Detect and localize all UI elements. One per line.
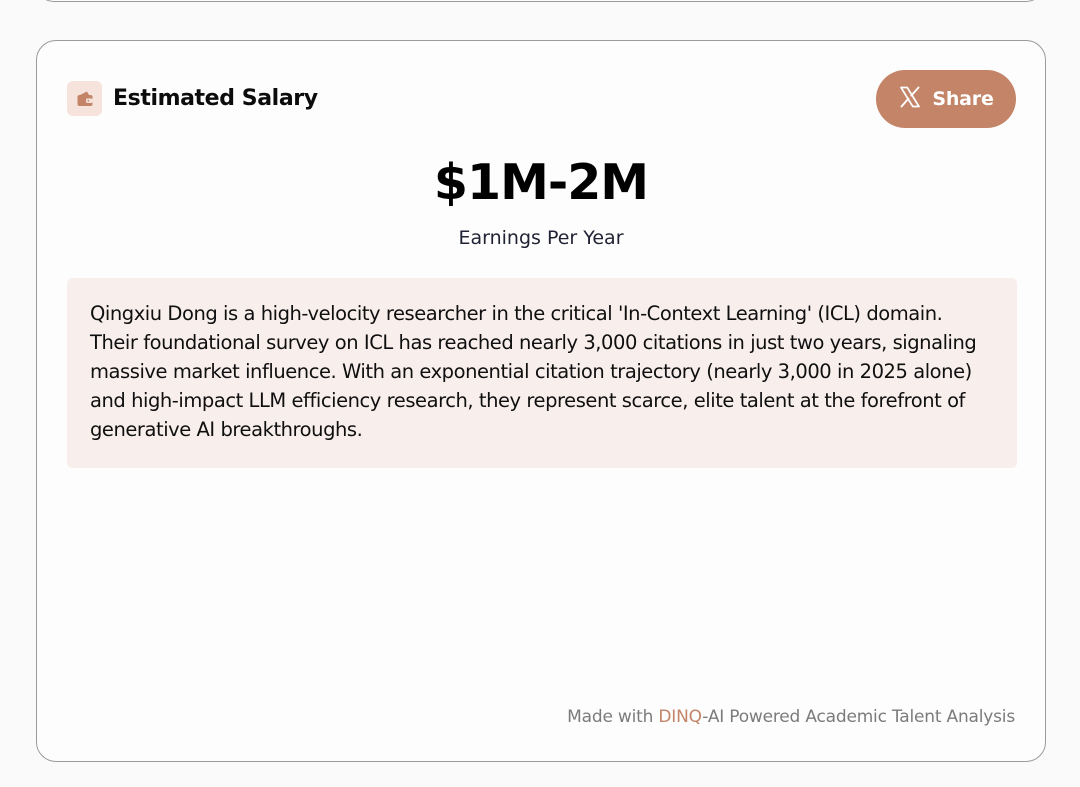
card-header: Estimated Salary Share [67, 70, 1016, 128]
footer-prefix: Made with [567, 707, 659, 727]
salary-summary: Qingxiu Dong is a high-velocity research… [67, 278, 1017, 468]
card-title: Estimated Salary [113, 86, 318, 111]
footer-suffix: -AI Powered Academic Talent Analysis [702, 707, 1015, 727]
share-button[interactable]: Share [876, 70, 1016, 128]
x-logo-icon [898, 85, 922, 113]
previous-card-edge [36, 0, 1044, 2]
salary-caption: Earnings Per Year [458, 227, 624, 249]
card-title-group: Estimated Salary [67, 81, 318, 116]
wallet-icon [67, 81, 102, 116]
footer-attribution: Made with DINQ-AI Powered Academic Talen… [567, 707, 1015, 727]
estimated-salary-card: Estimated Salary Share $1M-2M Earnings P… [36, 40, 1046, 762]
salary-range: $1M-2M [433, 154, 649, 211]
brand-link[interactable]: DINQ [658, 707, 702, 727]
share-button-label: Share [932, 88, 994, 110]
